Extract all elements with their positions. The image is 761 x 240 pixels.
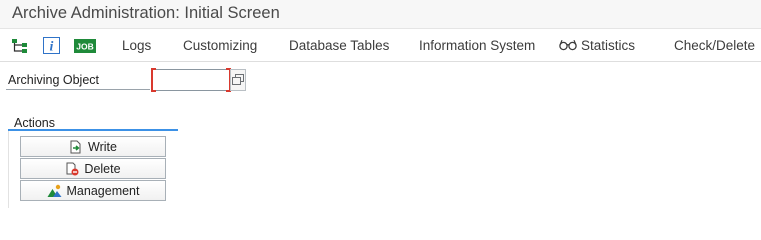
delete-button-label: Delete: [84, 161, 121, 176]
hierarchy-icon[interactable]: [9, 29, 31, 62]
svg-text:i: i: [49, 40, 53, 55]
info-icon[interactable]: i: [41, 29, 61, 62]
menu-logs[interactable]: Logs: [122, 29, 151, 62]
write-button[interactable]: Write: [20, 136, 166, 157]
write-button-label: Write: [88, 139, 117, 154]
page-title: Archive Administration: Initial Screen: [12, 4, 280, 22]
svg-text:JOB: JOB: [76, 41, 93, 51]
menu-statistics[interactable]: Statistics: [559, 29, 635, 62]
delete-icon: [65, 162, 79, 176]
menu-customizing[interactable]: Customizing: [183, 29, 257, 62]
menu-database-tables[interactable]: Database Tables: [289, 29, 389, 62]
job-icon[interactable]: JOB: [73, 29, 97, 62]
glasses-icon: [559, 39, 577, 51]
archiving-object-field[interactable]: [151, 68, 231, 92]
title-bar: Archive Administration: Initial Screen: [0, 0, 761, 29]
management-button[interactable]: Management: [20, 180, 166, 201]
delete-button[interactable]: Delete: [20, 158, 166, 179]
value-help-button[interactable]: [230, 69, 246, 91]
management-icon: [47, 184, 62, 198]
write-icon: [69, 140, 83, 154]
application-toolbar: i JOB Logs Customizing Database Tables I…: [0, 29, 761, 62]
actions-group-title: Actions: [8, 114, 178, 131]
menu-statistics-label: Statistics: [581, 38, 636, 53]
archiving-object-label: Archiving Object: [8, 73, 100, 87]
archiving-object-input[interactable]: [153, 70, 229, 90]
menu-check-delete[interactable]: Check/Delete: [674, 29, 755, 62]
archiving-object-label-row: Archiving Object: [6, 71, 150, 90]
value-help-icon: [232, 74, 244, 85]
menu-information-system[interactable]: Information System: [419, 29, 535, 62]
required-bracket-left: [151, 68, 156, 92]
management-button-label: Management: [66, 183, 140, 198]
actions-group-label: Actions: [14, 116, 55, 130]
